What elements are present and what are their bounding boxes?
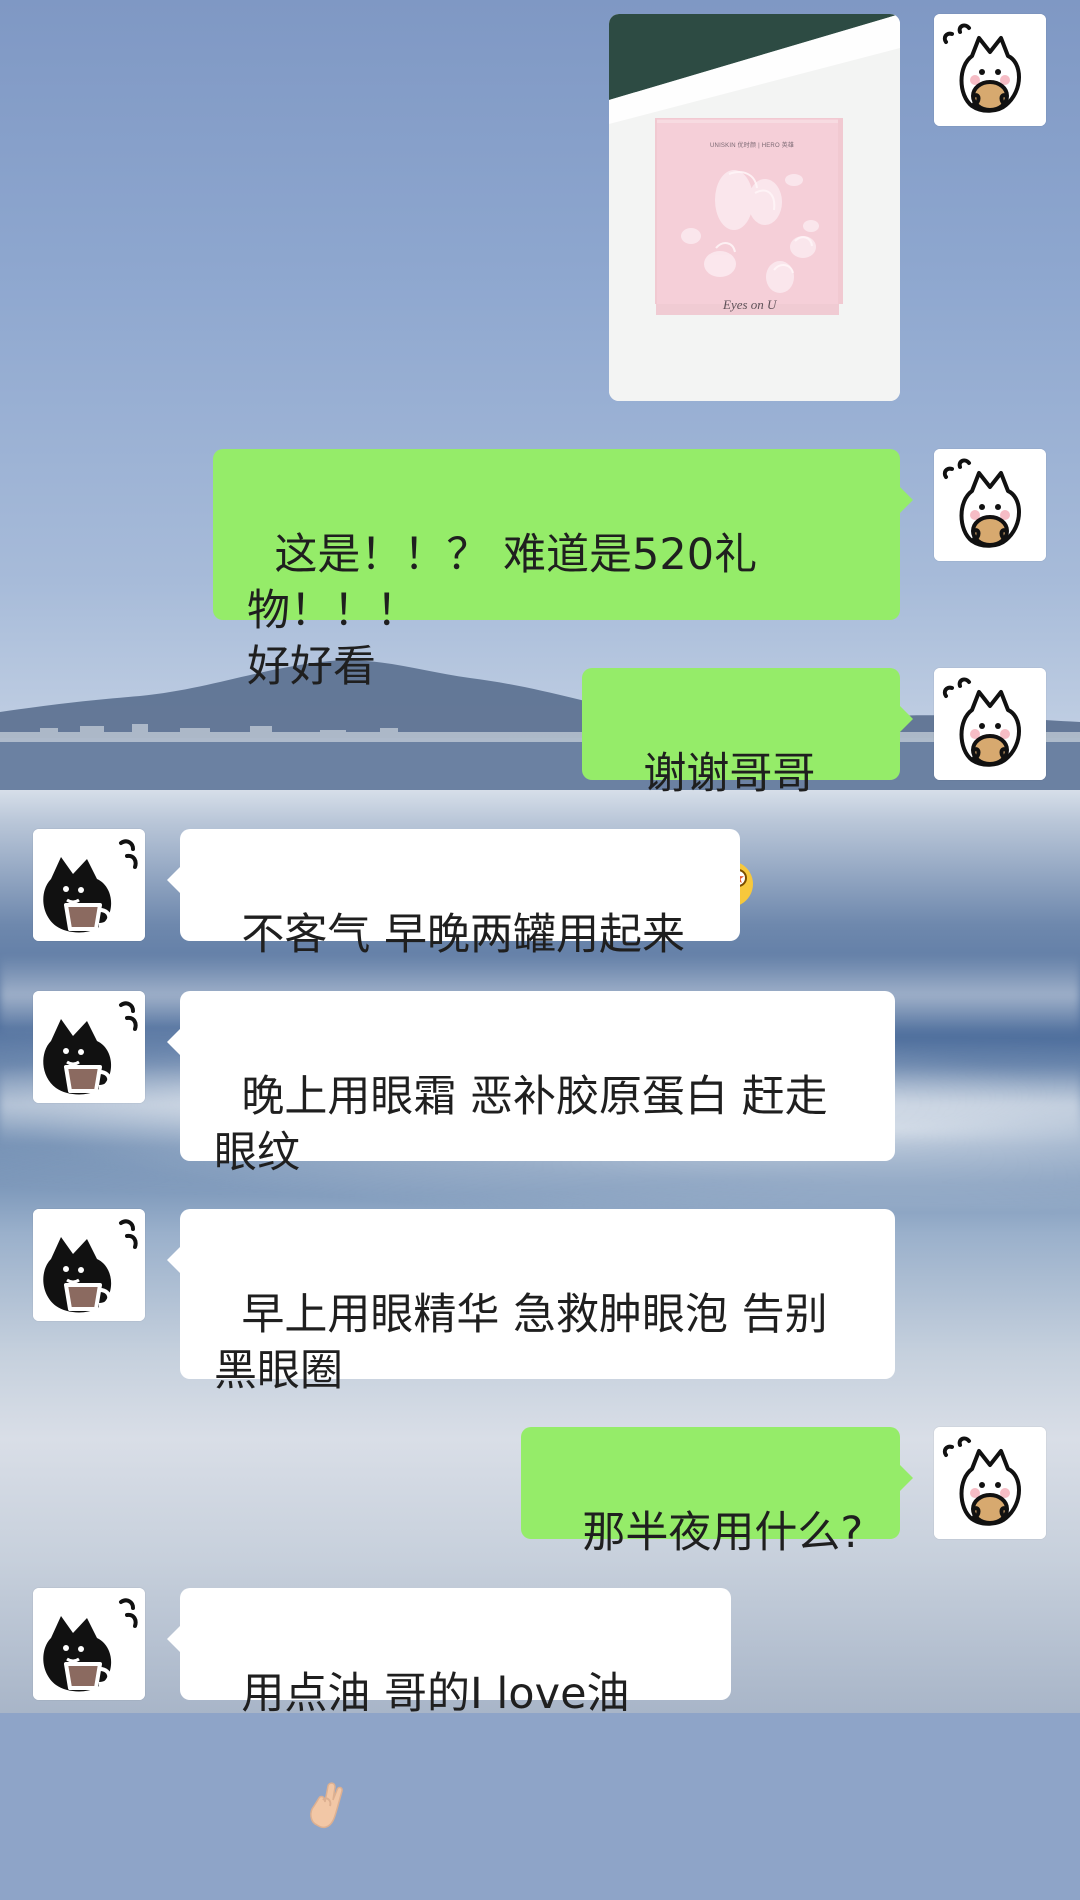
crossed-fingers-emoji [247,1722,348,1900]
white-cat-avatar-icon [934,449,1046,561]
outgoing-message-bubble[interactable]: 谢谢哥哥 [582,668,913,907]
incoming-avatar[interactable] [33,991,145,1103]
incoming-avatar[interactable] [33,1209,145,1321]
incoming-message-bubble[interactable]: 不客气 早晚两罐用起来 [167,829,740,960]
photo-brand-line: UNISKIN 优时颜 | HERO 英雄 [710,143,795,149]
black-cat-avatar-icon [33,829,145,941]
outgoing-avatar[interactable] [934,668,1046,780]
background-mountains [0,660,1080,790]
product-photo [609,14,900,401]
white-cat-avatar-icon [934,1427,1046,1539]
outgoing-avatar[interactable] [934,1427,1046,1539]
photo-product-text: Eyes on U [723,297,777,312]
product-photo-message[interactable]: UNISKIN 优时颜 | HERO 英雄 Eyes on U [609,14,900,401]
outgoing-avatar[interactable] [934,14,1046,126]
incoming-avatar[interactable] [33,1588,145,1700]
black-cat-avatar-icon [33,1209,145,1321]
incoming-avatar[interactable] [33,829,145,941]
message-text: 用点油 哥的I love油 [241,1669,630,1719]
outgoing-avatar[interactable] [934,449,1046,561]
white-cat-avatar-icon [934,14,1046,126]
message-text: 那半夜用什么? [582,1508,864,1558]
incoming-message-bubble[interactable]: 用点油 哥的I love油 [167,1588,731,1829]
black-cat-avatar-icon [33,991,145,1103]
outgoing-message-bubble[interactable]: 那半夜用什么? [521,1427,913,1558]
white-cat-avatar-icon [934,668,1046,780]
incoming-message-bubble[interactable]: 早上用眼精华 急救肿眼泡 告别 黑眼圈 [167,1209,895,1396]
outgoing-message-bubble[interactable]: 这是！！？ 难道是520礼物！！！ 好好看 [213,449,913,692]
message-text: 不客气 早晚两罐用起来 [241,910,686,960]
message-text: 谢谢哥哥 [643,749,816,799]
incoming-message-bubble[interactable]: 晚上用眼霜 恶补胶原蛋白 赶走 眼纹 [167,991,895,1178]
black-cat-avatar-icon [33,1588,145,1700]
